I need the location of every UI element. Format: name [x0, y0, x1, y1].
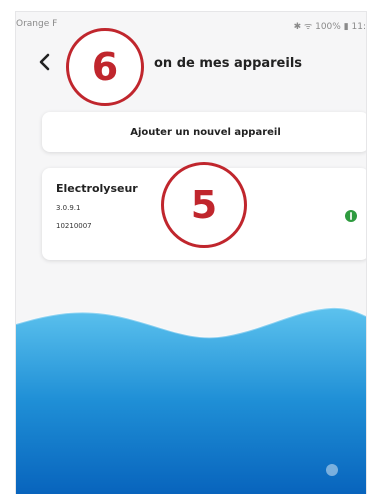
device-version: 3.0.9.1 [56, 204, 81, 212]
device-name: Electrolyseur [56, 182, 138, 195]
add-device-button[interactable]: Ajouter un nouvel appareil [42, 112, 366, 152]
chevron-left-icon [39, 53, 50, 71]
device-id: 10210007 [56, 222, 92, 230]
page-title: on de mes appareils [154, 56, 303, 71]
app-screen: Orange F ✱ ᯤ 100% ▮ 11: on de mes appare… [16, 12, 366, 494]
status-bar: Orange F ✱ ᯤ 100% ▮ 11: [16, 12, 366, 40]
back-button[interactable] [30, 48, 58, 76]
carrier-label: Orange F [16, 19, 58, 29]
bubble-decoration [326, 464, 338, 476]
callout-5: 5 [161, 162, 247, 248]
status-indicators: ✱ ᯤ 100% ▮ 11: [293, 22, 366, 32]
water-wave-illustration [16, 306, 366, 494]
callout-6: 6 [66, 28, 144, 106]
connection-status-icon [345, 210, 357, 222]
